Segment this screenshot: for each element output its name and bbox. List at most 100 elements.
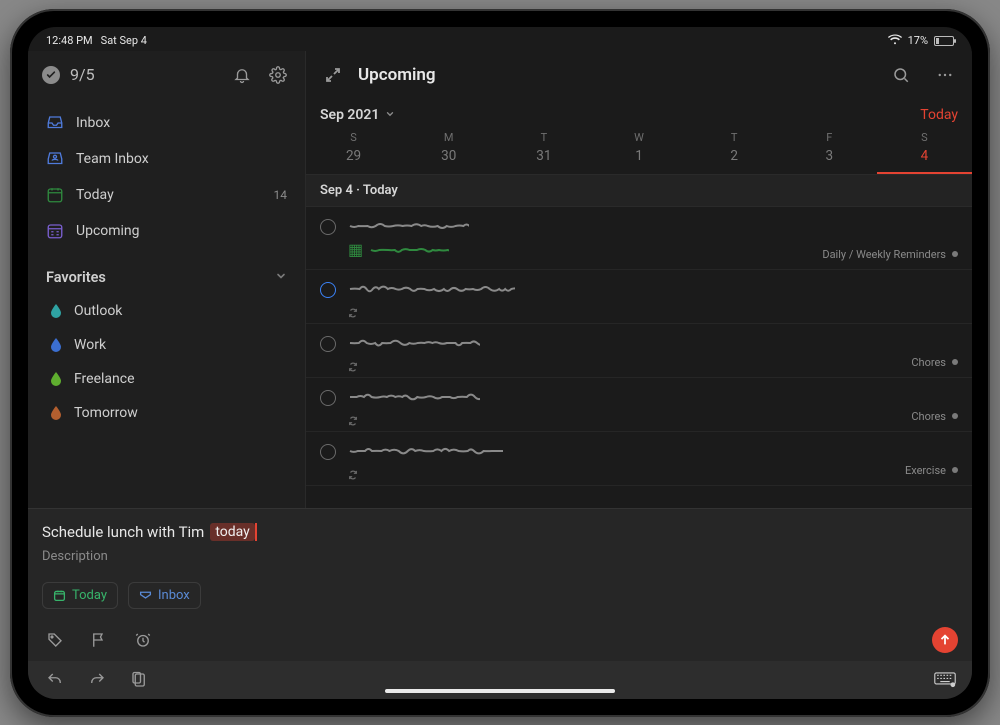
recurring-icon bbox=[348, 411, 358, 421]
task-project-label: Exercise bbox=[905, 464, 958, 477]
task-checkbox[interactable] bbox=[320, 444, 336, 460]
battery-fill bbox=[936, 38, 939, 44]
calendar-mini-icon: ▦ bbox=[348, 240, 363, 259]
inbox-icon bbox=[46, 114, 64, 132]
month-label[interactable]: Sep 2021 bbox=[320, 107, 379, 123]
day-number: 29 bbox=[306, 148, 401, 172]
day-label: T bbox=[541, 131, 548, 144]
reminder-icon[interactable] bbox=[130, 627, 156, 653]
main-pane: Upcoming Sep 2021 Toda bbox=[306, 51, 972, 508]
day-label: S bbox=[921, 131, 928, 144]
task-title-redacted bbox=[348, 280, 958, 299]
day-number: 30 bbox=[401, 148, 496, 172]
completed-count: 9/5 bbox=[70, 65, 95, 84]
team-inbox-icon bbox=[46, 150, 64, 168]
expand-icon[interactable] bbox=[320, 62, 346, 88]
dismiss-keyboard-icon[interactable] bbox=[932, 667, 958, 693]
task-title-redacted bbox=[348, 442, 958, 461]
favorite-item-label: Work bbox=[74, 337, 106, 353]
sidebar-item-today[interactable]: Today 14 bbox=[28, 177, 305, 213]
keyboard-toolbar bbox=[28, 661, 972, 699]
project-dot-icon bbox=[952, 359, 958, 365]
settings-icon[interactable] bbox=[265, 62, 291, 88]
task-title-redacted bbox=[348, 217, 958, 236]
redo-icon[interactable] bbox=[84, 667, 110, 693]
sidebar-item-team-inbox[interactable]: Team Inbox bbox=[28, 141, 305, 177]
day-number: 31 bbox=[496, 148, 591, 172]
sidebar-item-inbox[interactable]: Inbox bbox=[28, 105, 305, 141]
task-checkbox[interactable] bbox=[320, 390, 336, 406]
day-col-0[interactable]: S29 bbox=[306, 131, 401, 174]
task-checkbox[interactable] bbox=[320, 219, 336, 235]
task-title-redacted bbox=[348, 388, 958, 407]
quick-add-title-input[interactable]: Schedule lunch with Tim today bbox=[42, 523, 958, 541]
favorite-item-label: Tomorrow bbox=[74, 405, 138, 421]
quick-add-date-chip[interactable]: Today bbox=[42, 582, 118, 609]
day-number: 4 bbox=[877, 148, 972, 172]
favorite-item-tomorrow[interactable]: Tomorrow bbox=[28, 396, 305, 430]
today-link[interactable]: Today bbox=[920, 107, 958, 123]
day-col-4[interactable]: T2 bbox=[687, 131, 782, 174]
completed-count-icon[interactable] bbox=[42, 66, 60, 84]
task-project-label: Chores bbox=[911, 410, 958, 423]
day-col-3[interactable]: W1 bbox=[591, 131, 686, 174]
battery-percentage: 17% bbox=[908, 34, 928, 47]
favorite-item-freelance[interactable]: Freelance bbox=[28, 362, 305, 396]
day-label: F bbox=[826, 131, 832, 144]
status-date: Sat Sep 4 bbox=[101, 34, 147, 47]
page-title: Upcoming bbox=[358, 65, 436, 85]
quick-add-date-pill[interactable]: today bbox=[210, 523, 254, 541]
quick-add-project-chip[interactable]: Inbox bbox=[128, 582, 201, 609]
battery-icon bbox=[934, 36, 954, 46]
task-row[interactable]: Chores bbox=[306, 378, 972, 432]
label-icon[interactable] bbox=[42, 627, 68, 653]
favorite-item-work[interactable]: Work bbox=[28, 328, 305, 362]
project-dot-icon bbox=[952, 251, 958, 257]
clipboard-icon[interactable] bbox=[126, 667, 152, 693]
task-row[interactable]: ▦ Daily / Weekly Reminders bbox=[306, 207, 972, 270]
task-project-label: Daily / Weekly Reminders bbox=[822, 248, 958, 261]
day-col-1[interactable]: M 30 bbox=[401, 131, 496, 174]
drop-icon bbox=[50, 372, 62, 386]
undo-icon[interactable] bbox=[42, 667, 68, 693]
task-project-label: Chores bbox=[911, 356, 958, 369]
quick-add-date-chip-label: Today bbox=[72, 588, 107, 603]
more-icon[interactable] bbox=[932, 62, 958, 88]
favorite-item-outlook[interactable]: Outlook bbox=[28, 294, 305, 328]
day-col-6[interactable]: S4 bbox=[877, 131, 972, 174]
sidebar-item-label: Today bbox=[76, 187, 114, 203]
today-icon bbox=[46, 186, 64, 204]
quick-add-description-input[interactable]: Description bbox=[42, 549, 958, 564]
submit-button[interactable] bbox=[932, 627, 958, 653]
quick-add-panel: Schedule lunch with Tim today Descriptio… bbox=[28, 508, 972, 661]
home-indicator[interactable] bbox=[385, 689, 615, 693]
status-bar: 12:48 PM Sat Sep 4 17% bbox=[28, 27, 972, 51]
drop-icon bbox=[50, 304, 62, 318]
task-row[interactable]: Chores bbox=[306, 324, 972, 378]
task-checkbox[interactable] bbox=[320, 282, 336, 298]
sidebar-item-label: Upcoming bbox=[76, 223, 140, 239]
favorites-header[interactable]: Favorites bbox=[28, 255, 305, 294]
task-row[interactable]: Exercise bbox=[306, 432, 972, 486]
task-checkbox[interactable] bbox=[320, 336, 336, 352]
day-label: W bbox=[634, 131, 644, 144]
day-label: T bbox=[731, 131, 738, 144]
wifi-icon bbox=[888, 34, 902, 48]
favorites-header-label: Favorites bbox=[46, 269, 106, 286]
sidebar-item-label: Team Inbox bbox=[76, 151, 149, 167]
recurring-icon bbox=[348, 357, 358, 367]
day-col-2[interactable]: T 31 bbox=[496, 131, 591, 174]
sidebar-item-count: 14 bbox=[274, 188, 288, 202]
status-time: 12:48 PM bbox=[46, 34, 93, 47]
task-row[interactable] bbox=[306, 270, 972, 324]
favorite-item-label: Freelance bbox=[74, 371, 135, 387]
chevron-down-icon bbox=[275, 269, 287, 286]
sidebar-item-upcoming[interactable]: Upcoming bbox=[28, 213, 305, 249]
day-number: 3 bbox=[782, 148, 877, 172]
month-chevron-icon bbox=[385, 107, 395, 123]
search-icon[interactable] bbox=[888, 62, 914, 88]
day-col-5[interactable]: F3 bbox=[782, 131, 877, 174]
priority-flag-icon[interactable] bbox=[86, 627, 112, 653]
day-label: M bbox=[444, 131, 454, 144]
notifications-icon[interactable] bbox=[229, 62, 255, 88]
